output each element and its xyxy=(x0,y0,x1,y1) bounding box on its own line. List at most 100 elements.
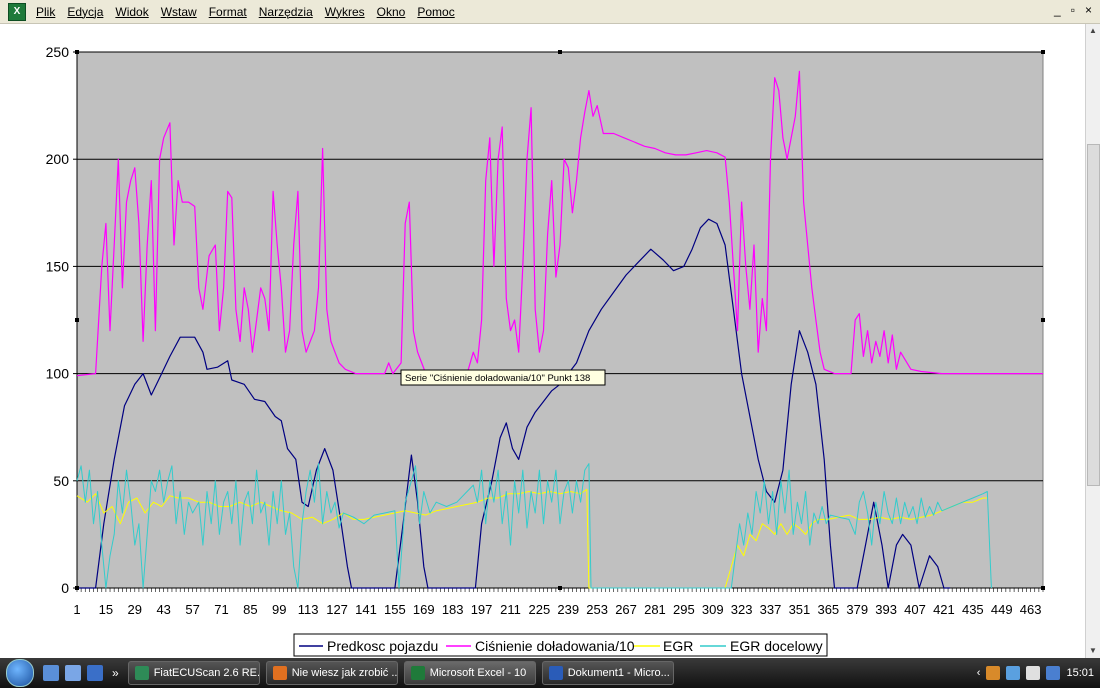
legend-label-egr-docelowy: EGR docelowy xyxy=(730,638,823,654)
x-tick-label: 421 xyxy=(933,602,955,617)
x-tick-label: 281 xyxy=(644,602,666,617)
menu-format[interactable]: Format xyxy=(203,5,253,19)
x-tick-label: 183 xyxy=(442,602,464,617)
fiatecuscan-icon xyxy=(134,666,149,680)
taskbar-button-fiatecuscan[interactable]: FiatECUScan 2.6 RE... xyxy=(127,661,260,685)
start-button[interactable] xyxy=(0,658,40,688)
switch-windows-icon[interactable] xyxy=(65,665,81,681)
selection-handle[interactable] xyxy=(1041,318,1045,322)
y-tick-label: 250 xyxy=(46,44,70,60)
scrollbar-thumb[interactable] xyxy=(1087,144,1100,486)
x-tick-label: 435 xyxy=(962,602,984,617)
selection-handle[interactable] xyxy=(75,50,79,54)
tray-network-icon[interactable] xyxy=(1006,666,1021,680)
x-tick-label: 155 xyxy=(384,602,406,617)
x-tick-label: 407 xyxy=(904,602,926,617)
y-tick-label: 50 xyxy=(53,473,69,489)
menu-edycja[interactable]: Edycja xyxy=(61,5,109,19)
taskbar-button-excel[interactable]: Microsoft Excel - 10 xyxy=(403,661,536,685)
tooltip-text: Serie "Ciśnienie doładowania/10" Punkt 1… xyxy=(405,373,590,384)
point-tooltip: Serie "Ciśnienie doładowania/10" Punkt 1… xyxy=(400,369,606,386)
menu-bar: X Plik Edycja Widok Wstaw Format Narzędz… xyxy=(0,0,1100,24)
x-tick-label: 29 xyxy=(128,602,142,617)
word-icon xyxy=(548,666,563,680)
x-tick-label: 127 xyxy=(326,602,348,617)
x-tick-label: 393 xyxy=(875,602,897,617)
taskbar: » FiatECUScan 2.6 RE... Nie wiesz jak zr… xyxy=(0,658,1100,688)
taskbar-button-label: FiatECUScan 2.6 RE... xyxy=(153,667,260,679)
menu-wykres[interactable]: Wykres xyxy=(319,5,371,19)
x-tick-label: 309 xyxy=(702,602,724,617)
quicklaunch-expand-icon[interactable]: » xyxy=(112,666,119,680)
x-tick-label: 295 xyxy=(673,602,695,617)
selection-handle[interactable] xyxy=(75,586,79,590)
minimize-icon[interactable]: _ xyxy=(1054,3,1061,17)
taskbar-button-browser[interactable]: Nie wiesz jak zrobić ... xyxy=(265,661,398,685)
x-tick-label: 379 xyxy=(846,602,868,617)
x-tick-label: 337 xyxy=(760,602,782,617)
tray-expand-icon[interactable]: ‹ xyxy=(977,667,981,679)
scroll-down-icon[interactable]: ▼ xyxy=(1086,644,1100,658)
y-tick-label: 0 xyxy=(61,580,69,596)
x-tick-label: 449 xyxy=(991,602,1013,617)
close-icon[interactable]: × xyxy=(1085,3,1092,17)
excel-app-icon[interactable]: X xyxy=(8,2,26,21)
window-controls: _ ▫ × xyxy=(1054,3,1092,17)
x-tick-label: 15 xyxy=(99,602,113,617)
selection-handle[interactable] xyxy=(1041,586,1045,590)
x-tick-label: 225 xyxy=(529,602,551,617)
x-tick-label: 113 xyxy=(298,602,319,617)
selection-handle[interactable] xyxy=(75,318,79,322)
excel-icon xyxy=(410,666,425,680)
y-tick-label: 200 xyxy=(46,151,70,167)
menu-widok[interactable]: Widok xyxy=(109,5,154,19)
taskbar-button-label: Dokument1 - Micro... xyxy=(567,667,670,679)
legend-label-egr: EGR xyxy=(663,638,693,654)
tray-app-icon[interactable] xyxy=(986,666,1001,680)
windows-orb-icon xyxy=(6,659,34,687)
restore-icon[interactable]: ▫ xyxy=(1071,3,1075,17)
x-tick-label: 71 xyxy=(214,602,228,617)
selection-handle[interactable] xyxy=(558,50,562,54)
x-tick-label: 267 xyxy=(615,602,637,617)
legend-label-cisnienie: Ciśnienie doładowania/10 xyxy=(475,638,635,654)
system-tray: ‹ 15:01 xyxy=(977,658,1094,688)
tray-status-icon[interactable] xyxy=(1046,666,1061,680)
x-tick-label: 1 xyxy=(73,602,80,617)
show-desktop-icon[interactable] xyxy=(43,665,59,681)
menu-okno[interactable]: Okno xyxy=(371,5,412,19)
x-tick-label: 351 xyxy=(789,602,811,617)
clock[interactable]: 15:01 xyxy=(1066,667,1094,679)
x-tick-label: 85 xyxy=(243,602,257,617)
y-tick-label: 150 xyxy=(46,258,70,274)
taskbar-button-word[interactable]: Dokument1 - Micro... xyxy=(541,661,674,685)
menu-wstaw[interactable]: Wstaw xyxy=(155,5,203,19)
firefox-icon xyxy=(272,666,287,680)
x-tick-label: 197 xyxy=(471,602,493,617)
x-tick-label: 463 xyxy=(1020,602,1042,617)
scroll-up-icon[interactable]: ▲ xyxy=(1086,24,1100,38)
vertical-scrollbar[interactable]: ▲ ▼ xyxy=(1085,24,1100,658)
x-tick-label: 253 xyxy=(586,602,608,617)
menu-pomoc[interactable]: Pomoc xyxy=(411,5,460,19)
x-axis-ticks: 1 15 29 43 57 71 85 99 113 127 141 155 169 183 197 211 2… xyxy=(73,588,1044,617)
x-tick-label: 99 xyxy=(272,602,286,617)
chart: 0 50 100 150 200 250 1 15 29 43 57 71 85 99 113 127 141… xyxy=(46,44,1045,657)
menu-narzedzia[interactable]: Narzędzia xyxy=(253,5,319,19)
x-tick-label: 323 xyxy=(731,602,753,617)
tray-volume-icon[interactable] xyxy=(1026,666,1041,680)
selection-handle[interactable] xyxy=(1041,50,1045,54)
legend[interactable]: Predkosc pojazdu Ciśnienie doładowania/1… xyxy=(293,633,828,657)
y-tick-label: 100 xyxy=(46,366,70,382)
selection-handle[interactable] xyxy=(558,586,562,590)
x-tick-label: 141 xyxy=(355,602,377,617)
x-tick-label: 169 xyxy=(413,602,435,617)
x-tick-label: 43 xyxy=(156,602,170,617)
browser-quicklaunch-icon[interactable] xyxy=(87,665,103,681)
legend-label-predkosc: Predkosc pojazdu xyxy=(327,638,438,654)
x-tick-label: 211 xyxy=(500,602,521,617)
taskbar-button-label: Microsoft Excel - 10 xyxy=(429,667,527,679)
x-tick-label: 365 xyxy=(817,602,839,617)
x-tick-label: 239 xyxy=(557,602,579,617)
menu-plik[interactable]: Plik xyxy=(30,5,61,19)
